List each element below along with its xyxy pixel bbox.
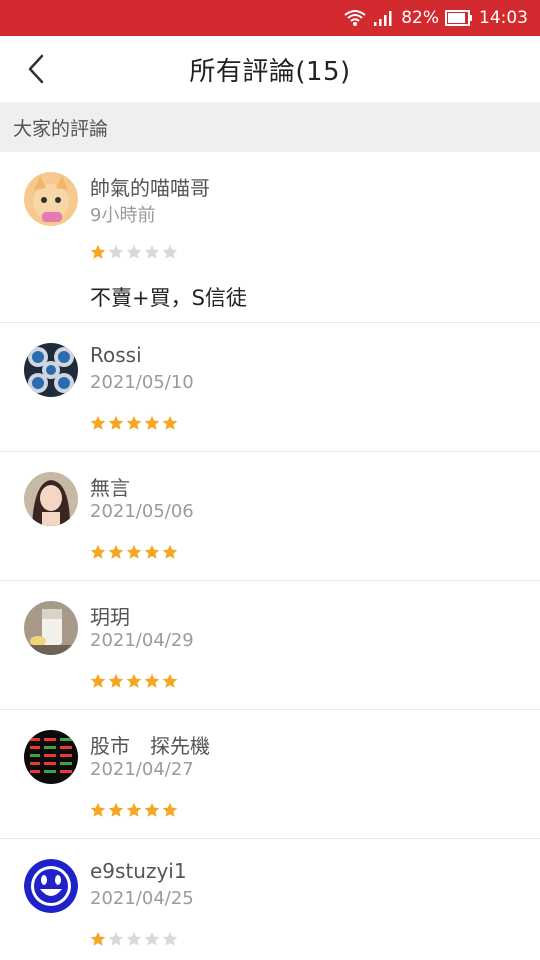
chevron-left-icon	[28, 54, 44, 84]
star-filled-icon	[126, 544, 142, 559]
review-date: 2021/04/27	[90, 759, 194, 780]
star-empty-icon	[126, 931, 142, 946]
star-rating	[90, 931, 178, 947]
star-filled-icon	[90, 244, 106, 259]
star-filled-icon	[108, 415, 124, 430]
star-empty-icon	[144, 931, 160, 946]
star-empty-icon	[162, 931, 178, 946]
review-date: 9小時前	[90, 205, 156, 226]
reviewer-name: e9stuzyi1	[90, 859, 187, 883]
wifi-icon	[343, 8, 367, 28]
star-filled-icon	[126, 415, 142, 430]
star-rating	[90, 415, 178, 431]
star-rating	[90, 673, 178, 689]
star-empty-icon	[144, 244, 160, 259]
review-item: e9stuzyi1 2021/04/25	[0, 839, 540, 960]
star-filled-icon	[144, 544, 160, 559]
review-date: 2021/05/10	[90, 372, 194, 393]
stock-board-avatar[interactable]	[24, 730, 78, 784]
header: 所有評論(15)	[0, 36, 540, 102]
section-label: 大家的評論	[0, 102, 540, 152]
review-comment: 不賣+買，S信徒	[90, 286, 247, 310]
star-empty-icon	[162, 244, 178, 259]
review-item: 玥玥 2021/04/29	[0, 581, 540, 710]
star-filled-icon	[126, 802, 142, 817]
star-filled-icon	[126, 673, 142, 688]
star-filled-icon	[108, 673, 124, 688]
star-filled-icon	[144, 415, 160, 430]
reviewer-name: Rossi	[90, 343, 142, 367]
review-item: 帥氣的喵喵哥 9小時前 不賣+買，S信徒	[0, 152, 540, 323]
star-filled-icon	[144, 673, 160, 688]
star-filled-icon	[108, 802, 124, 817]
reviewer-name: 無言	[90, 476, 130, 500]
review-list: 帥氣的喵喵哥 9小時前 不賣+買，S信徒 Rossi 2021/05/10 無言…	[0, 152, 540, 960]
status-time: 14:03	[479, 8, 528, 28]
reviewer-name: 股市 探先機	[90, 734, 210, 758]
review-item: 股市 探先機 2021/04/27	[0, 710, 540, 839]
star-filled-icon	[90, 673, 106, 688]
star-filled-icon	[90, 802, 106, 817]
star-empty-icon	[108, 931, 124, 946]
page-title: 所有評論(15)	[189, 56, 351, 87]
review-date: 2021/04/25	[90, 888, 194, 909]
smiley-face-avatar[interactable]	[24, 859, 78, 913]
review-date: 2021/05/06	[90, 501, 194, 522]
drink-photo-avatar[interactable]	[24, 601, 78, 655]
reviewer-name: 帥氣的喵喵哥	[90, 176, 210, 200]
cat-photo-avatar[interactable]	[24, 172, 78, 226]
star-filled-icon	[162, 415, 178, 430]
review-item: 無言 2021/05/06	[0, 452, 540, 581]
star-filled-icon	[162, 544, 178, 559]
star-empty-icon	[126, 244, 142, 259]
review-item: Rossi 2021/05/10	[0, 323, 540, 452]
status-bar: 82% 14:03	[0, 0, 540, 36]
star-empty-icon	[108, 244, 124, 259]
star-filled-icon	[90, 931, 106, 946]
star-rating	[90, 244, 178, 260]
bmw-logos-avatar[interactable]	[24, 343, 78, 397]
star-filled-icon	[90, 415, 106, 430]
star-rating	[90, 802, 178, 818]
reviewer-name: 玥玥	[90, 605, 130, 629]
star-filled-icon	[108, 544, 124, 559]
battery-icon	[445, 10, 473, 26]
review-date: 2021/04/29	[90, 630, 194, 651]
portrait-photo-avatar[interactable]	[24, 472, 78, 526]
battery-percent: 82%	[401, 8, 439, 28]
star-filled-icon	[162, 802, 178, 817]
signal-icon	[373, 9, 395, 27]
star-filled-icon	[162, 673, 178, 688]
star-rating	[90, 544, 178, 560]
back-button[interactable]	[22, 54, 50, 84]
star-filled-icon	[90, 544, 106, 559]
star-filled-icon	[144, 802, 160, 817]
